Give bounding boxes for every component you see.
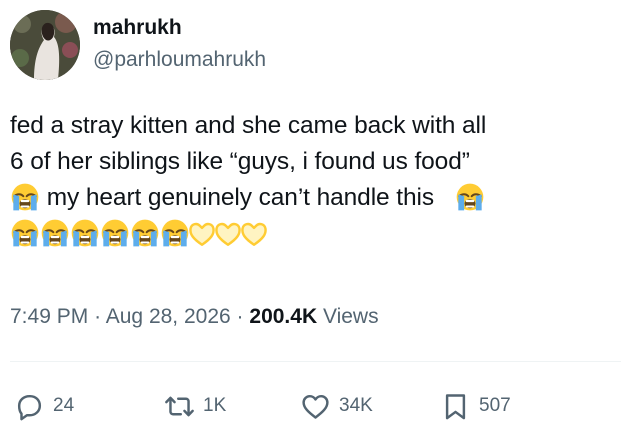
tweet-line-2: 6 of her siblings like “guys, i found us… [10, 148, 470, 175]
loudly-crying-face-icon [455, 182, 485, 212]
like-button[interactable]: 34K [300, 388, 373, 424]
heart-hands-icon [188, 221, 216, 247]
reply-count: 24 [53, 395, 75, 416]
reply-button[interactable]: 24 [14, 388, 74, 424]
loudly-crying-face-icon [100, 218, 130, 248]
tweet-date[interactable]: Aug 28, 2026 [106, 305, 231, 328]
loudly-crying-face-icon [10, 218, 40, 248]
tweet-line-1: fed a stray kitten and she came back wit… [10, 112, 487, 139]
loudly-crying-face-icon [10, 182, 40, 212]
heart-hands-icon [214, 221, 242, 247]
loudly-crying-face-icon [160, 218, 190, 248]
display-name[interactable]: mahrukh [93, 16, 182, 40]
heart-hands-icon [240, 221, 268, 247]
loudly-crying-face-icon [70, 218, 100, 248]
retweet-icon [165, 396, 194, 416]
bookmark-count: 507 [479, 395, 511, 416]
loudly-crying-face-icon [130, 218, 160, 248]
meta-separator: · [94, 305, 102, 328]
retweet-count: 1K [203, 395, 227, 416]
bookmark-button[interactable]: 507 [440, 388, 511, 424]
retweet-button[interactable]: 1K [164, 388, 226, 424]
tweet-time[interactable]: 7:49 PM [10, 305, 88, 328]
tweet-line-4-emojis [10, 216, 622, 252]
views-count[interactable]: 200.4K [249, 305, 317, 328]
reply-icon [17, 394, 42, 420]
loudly-crying-face-icon [40, 218, 70, 248]
avatar[interactable] [10, 10, 80, 80]
tweet-line-3: my heart genuinely can’t handle this [10, 180, 622, 216]
meta-separator: · [236, 305, 244, 328]
tweet-meta: 7:49 PM · Aug 28, 2026 · 200.4K Views [10, 304, 379, 330]
like-count: 34K [339, 395, 373, 416]
divider [10, 361, 621, 362]
handle[interactable]: @parhloumahrukh [93, 48, 266, 72]
heart-icon [302, 394, 329, 419]
views-label[interactable]: Views [323, 305, 379, 328]
tweet-line-3-text: my heart genuinely can’t handle this [46, 184, 434, 211]
tweet-text: fed a stray kitten and she came back wit… [10, 108, 622, 252]
bookmark-icon [445, 393, 466, 419]
